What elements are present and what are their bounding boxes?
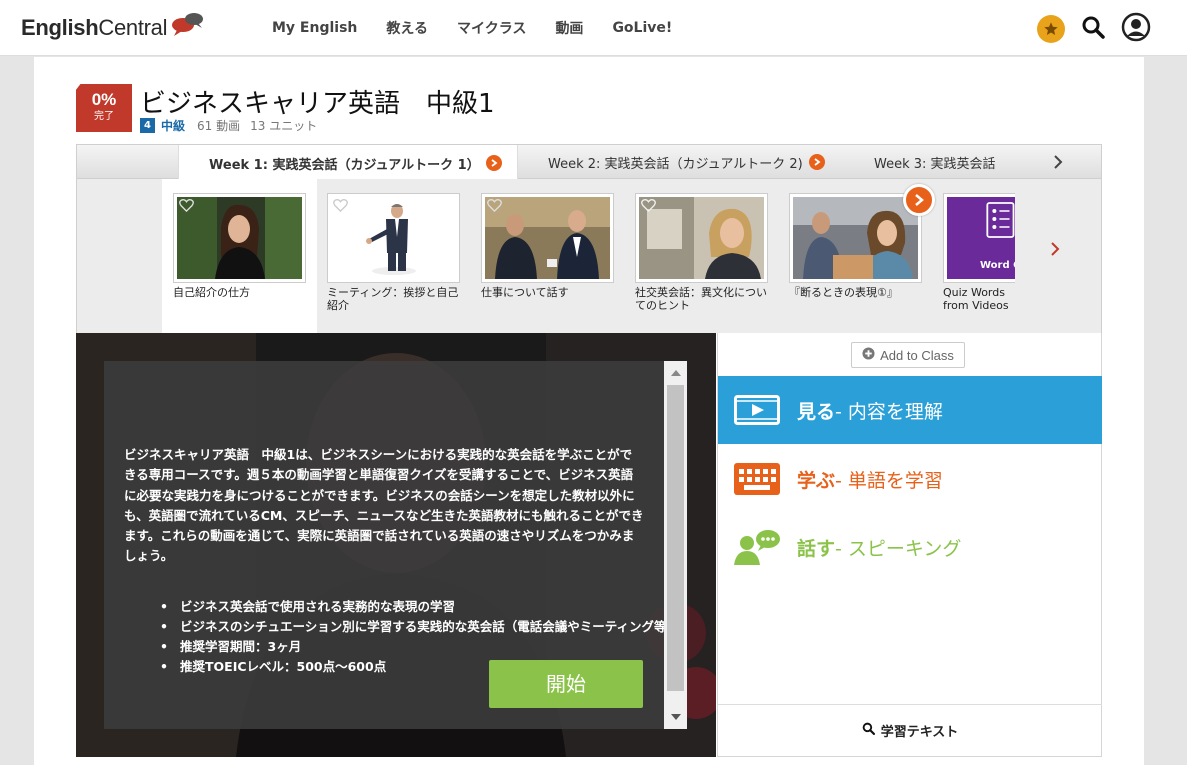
nav-videos[interactable]: 動画: [555, 18, 583, 38]
search-icon[interactable]: [1081, 15, 1105, 43]
search-icon: [862, 722, 875, 739]
nav-my-class[interactable]: マイクラス: [457, 18, 526, 38]
video-card[interactable]: 社交英会話：異文化についてのヒント: [635, 193, 768, 312]
speak-action[interactable]: 話す - スピーキング: [718, 513, 1102, 581]
nav-my-english[interactable]: My English: [272, 20, 357, 36]
speaking-person-icon: [733, 529, 781, 565]
video-thumbnail[interactable]: [789, 193, 922, 283]
tab-week-2[interactable]: Week 2: 実践英会話（カジュアルトーク 2): [548, 145, 825, 179]
learn-action[interactable]: 学ぶ - 単語を学習: [718, 445, 1102, 513]
scroll-up-icon[interactable]: [664, 363, 687, 383]
video-card[interactable]: 自己紹介の仕方: [173, 193, 306, 299]
week-next-chevron-icon[interactable]: [1051, 153, 1065, 171]
video-count: 61 動画: [197, 119, 241, 133]
video-title: 『断るときの表現①』: [789, 286, 898, 299]
speak-sub-label: - スピーキング: [835, 537, 962, 560]
week-tabs: Week 1: 実践英会話（カジュアルトーク 1） Week 2: 実践英会話（…: [76, 144, 1102, 181]
nav-golive[interactable]: GoLive!: [612, 20, 672, 36]
video-card[interactable]: 仕事について話す: [481, 193, 614, 299]
progress-label: 完了: [94, 111, 114, 122]
video-title: ミーティング：挨拶と自己紹介: [327, 286, 459, 312]
watch-sub-label: - 内容を理解: [835, 400, 943, 423]
learn-sub-label: - 単語を学習: [835, 469, 943, 492]
add-to-class-button[interactable]: Add to Class: [851, 342, 965, 368]
video-card[interactable]: Word Q Quiz Words from Videos: [943, 193, 1015, 312]
video-thumbnail[interactable]: [173, 193, 306, 283]
chevron-right-icon: [808, 154, 825, 170]
week-tab-label: Week 1: 実践英会話（カジュアルトーク 1）: [209, 157, 480, 173]
heart-icon[interactable]: [641, 197, 656, 216]
tab-week-1[interactable]: Week 1: 実践英会話（カジュアルトーク 1）: [178, 145, 518, 181]
week-tab-label: Week 3: 実践英会話: [874, 156, 996, 172]
main-nav: My English 教える マイクラス 動画 GoLive!: [272, 0, 701, 56]
progress-percent: 0%: [91, 90, 117, 109]
list-item: 推奨学習期間：3ヶ月: [160, 637, 690, 657]
video-title: 仕事について話す: [481, 286, 569, 299]
list-item: ビジネスのシチュエーション別に学習する実践的な英会話（電話会議やミーティング等): [160, 617, 690, 637]
video-title: 社交英会話：異文化についてのヒント: [635, 286, 767, 312]
top-icons: [1037, 12, 1151, 46]
description-box: ビジネスキャリア英語 中級1は、ビジネスシーンにおける実践的な英会話を学ぶことが…: [104, 361, 687, 729]
video-icon: [733, 392, 781, 428]
video-strip: 自己紹介の仕方 ミーティング：挨拶と自己紹介 仕事について話す 社交英会話：異文…: [76, 179, 1102, 333]
watch-action[interactable]: 見る - 内容を理解: [718, 376, 1102, 444]
start-button[interactable]: 開始: [489, 660, 643, 708]
strip-next-chevron-icon[interactable]: [1049, 241, 1061, 261]
video-thumbnail[interactable]: [635, 193, 768, 283]
list-item: ビジネス英会話で使用される実務的な表現の学習: [160, 597, 690, 617]
course-title: ビジネスキャリア英語 中級1: [140, 89, 495, 119]
user-icon[interactable]: [1121, 12, 1151, 46]
level-name: 中級: [161, 119, 186, 133]
learn-main-label: 学ぶ: [797, 469, 836, 492]
video-thumbnail[interactable]: [481, 193, 614, 283]
video-thumbnail[interactable]: [327, 193, 460, 283]
study-actions-panel: Add to Class 見る - 内容を理解 学ぶ - 単語を学習 話す - …: [717, 333, 1102, 757]
logo-text: EnglishCentral: [21, 15, 168, 40]
level-number: 4: [140, 118, 155, 133]
heart-icon[interactable]: [179, 197, 194, 216]
study-text-label: 学習テキスト: [880, 725, 959, 740]
chevron-right-icon: [485, 155, 502, 171]
video-title: 自己紹介の仕方: [173, 286, 250, 299]
speech-bubbles-icon: [169, 10, 205, 36]
description-scrollbar[interactable]: [664, 361, 687, 729]
englishcentral-logo[interactable]: EnglishCentral: [21, 13, 205, 42]
tab-week-3[interactable]: Week 3: 実践英会話: [874, 145, 996, 179]
nav-teach[interactable]: 教える: [386, 18, 428, 38]
star-icon[interactable]: [1037, 15, 1065, 43]
add-to-class-label: Add to Class: [880, 347, 954, 363]
week-tab-label: Week 2: 実践英会話（カジュアルトーク 2): [548, 156, 803, 172]
thumb-text: Word Q: [980, 260, 1015, 271]
video-card[interactable]: ミーティング：挨拶と自己紹介: [327, 193, 460, 312]
watch-main-label: 見る: [797, 400, 836, 423]
course-meta: 4 中級 61 動画 13 ユニット: [140, 117, 327, 134]
speak-main-label: 話す: [797, 537, 836, 560]
course-description-area: ビジネスキャリア英語 中級1は、ビジネスシーンにおける実践的な英会話を学ぶことが…: [76, 333, 716, 757]
description-paragraph: ビジネスキャリア英語 中級1は、ビジネスシーンにおける実践的な英会話を学ぶことが…: [124, 447, 644, 564]
heart-icon[interactable]: [487, 197, 502, 216]
keyboard-icon: [733, 461, 781, 497]
scroll-down-icon[interactable]: [664, 707, 687, 727]
video-thumbnail[interactable]: Word Q: [943, 193, 1015, 283]
plus-circle-icon: [862, 347, 875, 363]
study-text-link[interactable]: 学習テキスト: [718, 704, 1102, 756]
scroll-thumb[interactable]: [667, 385, 684, 691]
video-title: Quiz Words from Videos: [943, 286, 1009, 312]
top-navigation: EnglishCentral My English 教える マイクラス 動画 G…: [0, 0, 1187, 56]
unit-count: 13 ユニット: [250, 119, 318, 133]
heart-icon[interactable]: [333, 197, 348, 216]
next-video-chevron-icon[interactable]: [903, 184, 935, 216]
progress-badge: 0% 完了: [76, 84, 132, 132]
video-card[interactable]: 『断るときの表現①』: [789, 193, 922, 299]
